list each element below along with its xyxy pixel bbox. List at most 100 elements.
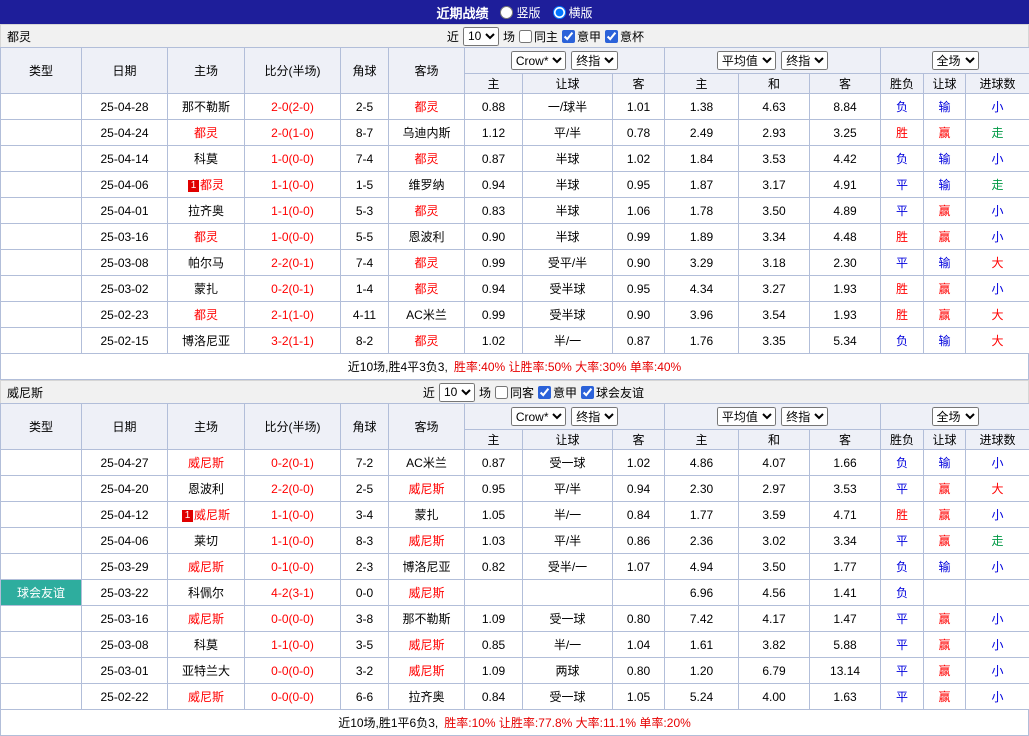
- outcome-cell: 负: [881, 328, 924, 354]
- top-bar: 近期战绩 竖版 横版: [0, 0, 1029, 24]
- avg-draw-odds: 6.79: [739, 658, 810, 684]
- match-date: 25-03-08: [82, 632, 168, 658]
- away-team-name: 都灵: [414, 204, 438, 218]
- avg-away-odds: 13.14: [810, 658, 881, 684]
- average-select[interactable]: 平均值: [717, 407, 776, 426]
- match-row: 意甲25-04-121威尼斯1-1(0-0)3-4蒙扎1.05半/一0.841.…: [1, 502, 1029, 528]
- crown-odds-group-header: Crow* 终指: [465, 48, 665, 74]
- crown-home-odds: 1.09: [465, 658, 523, 684]
- match-row: 意甲25-03-02蒙扎0-2(0-1)1-4都灵0.94受半球0.954.34…: [1, 276, 1029, 302]
- outcome-cell: 胜: [881, 224, 924, 250]
- crown-away-odds: 0.80: [613, 606, 665, 632]
- home-team-cell: 威尼斯: [168, 606, 245, 632]
- avg-draw-odds: 3.18: [739, 250, 810, 276]
- filter-checkbox-serie-a[interactable]: 意甲: [538, 384, 577, 401]
- avg-home-odds: 1.77: [665, 502, 739, 528]
- avg-draw-odds: 3.59: [739, 502, 810, 528]
- summary-stats: 胜率:40% 让胜率:50% 大率:30% 单率:40%: [454, 358, 681, 375]
- home-team-name: 科莫: [194, 638, 218, 652]
- crown-away-odds: 0.86: [613, 528, 665, 554]
- league-type-cell: 意甲: [1, 198, 82, 224]
- crown-home-odds: 0.85: [465, 632, 523, 658]
- match-row: 意甲25-04-06莱切1-1(0-0)8-3威尼斯1.03平/半0.862.3…: [1, 528, 1029, 554]
- filter-checkbox-club-friendly[interactable]: 球会友谊: [581, 384, 644, 401]
- goals-result-cell: 大: [966, 250, 1029, 276]
- sub-header-avg-away: 客: [810, 430, 881, 450]
- games-count-select[interactable]: 10: [463, 27, 499, 46]
- handicap-result-cell: 输: [924, 328, 966, 354]
- bookmaker-select[interactable]: Crow*: [511, 407, 566, 426]
- match-row: 意甲25-04-061都灵1-1(0-0)1-5维罗纳0.94半球0.951.8…: [1, 172, 1029, 198]
- rank-badge: 1: [188, 180, 199, 192]
- avg-home-odds: 1.38: [665, 94, 739, 120]
- layout-option-horizontal[interactable]: 横版: [553, 4, 593, 21]
- sub-header-handicap-result: 让球: [924, 74, 966, 94]
- avg-away-odds: 4.91: [810, 172, 881, 198]
- match-row: 意甲25-03-08帕尔马2-2(0-1)7-4都灵0.99受平/半0.903.…: [1, 250, 1029, 276]
- filter-unit-label: 场: [479, 384, 491, 401]
- away-team-cell: 恩波利: [389, 224, 465, 250]
- col-header-type: 类型: [1, 48, 82, 94]
- average-stage-select[interactable]: 终指: [781, 51, 828, 70]
- crown-home-odds: 1.03: [465, 528, 523, 554]
- avg-home-odds: 4.86: [665, 450, 739, 476]
- avg-home-odds: 2.49: [665, 120, 739, 146]
- average-select[interactable]: 平均值: [717, 51, 776, 70]
- col-header-away: 客场: [389, 404, 465, 450]
- league-type-cell: 球会友谊: [1, 580, 82, 606]
- home-team-name: 帕尔马: [188, 256, 224, 270]
- bookmaker-select[interactable]: Crow*: [511, 51, 566, 70]
- crown-handicap: 受半球: [523, 302, 613, 328]
- outcome-cell: 平: [881, 198, 924, 224]
- avg-home-odds: 1.89: [665, 224, 739, 250]
- col-header-corner: 角球: [341, 48, 389, 94]
- avg-away-odds: 1.66: [810, 450, 881, 476]
- club-friendly-checkbox[interactable]: [581, 386, 594, 399]
- filter-checkbox-same-home[interactable]: 同主: [519, 28, 558, 45]
- crown-stage-select[interactable]: 终指: [571, 407, 618, 426]
- score-cell: 1-1(0-0): [245, 198, 341, 224]
- team-name: 都灵: [7, 28, 31, 45]
- layout-option-vertical[interactable]: 竖版: [500, 4, 540, 21]
- corner-cell: 2-3: [341, 554, 389, 580]
- match-date: 25-02-23: [82, 302, 168, 328]
- crown-handicap: 平/半: [523, 476, 613, 502]
- same-away-checkbox[interactable]: [495, 386, 508, 399]
- match-row: 意甲25-03-08科莫1-1(0-0)3-5威尼斯0.85半/一1.041.6…: [1, 632, 1029, 658]
- handicap-result-cell: 输: [924, 554, 966, 580]
- away-team-cell: 威尼斯: [389, 528, 465, 554]
- crown-away-odds: 1.02: [613, 450, 665, 476]
- handicap-result-cell: 赢: [924, 302, 966, 328]
- serie-a-checkbox[interactable]: [562, 30, 575, 43]
- corner-cell: 2-5: [341, 94, 389, 120]
- sub-header-handicap-result: 让球: [924, 430, 966, 450]
- crown-home-odds: 0.99: [465, 250, 523, 276]
- matches-table: 类型 日期 主场 比分(半场) 角球 客场 Crow* 终指 平均值 终指 全场: [0, 403, 1029, 710]
- handicap-result-cell: 赢: [924, 632, 966, 658]
- vertical-layout-radio[interactable]: [500, 6, 513, 19]
- crown-handicap: 半/一: [523, 632, 613, 658]
- crown-handicap: 受半/一: [523, 554, 613, 580]
- sub-header-crown-handicap: 让球: [523, 74, 613, 94]
- same-home-checkbox[interactable]: [519, 30, 532, 43]
- match-scope-select[interactable]: 全场: [932, 407, 979, 426]
- score-cell: 2-1(1-0): [245, 302, 341, 328]
- league-type-cell: 意甲: [1, 276, 82, 302]
- horizontal-layout-radio[interactable]: [553, 6, 566, 19]
- filter-checkbox-italy-cup[interactable]: 意杯: [605, 28, 644, 45]
- filter-checkbox-serie-a[interactable]: 意甲: [562, 28, 601, 45]
- games-count-select[interactable]: 10: [439, 383, 475, 402]
- italy-cup-checkbox[interactable]: [605, 30, 618, 43]
- corner-cell: 0-0: [341, 580, 389, 606]
- average-stage-select[interactable]: 终指: [781, 407, 828, 426]
- filter-checkbox-same-away[interactable]: 同客: [495, 384, 534, 401]
- crown-stage-select[interactable]: 终指: [571, 51, 618, 70]
- section-bar: 都灵 近 10 场 同主 意甲 意杯: [0, 24, 1029, 47]
- goals-result-cell: [966, 580, 1029, 606]
- home-team-name: 博洛尼亚: [182, 334, 230, 348]
- serie-a-checkbox[interactable]: [538, 386, 551, 399]
- goals-result-cell: 大: [966, 302, 1029, 328]
- crown-home-odds: 1.09: [465, 606, 523, 632]
- match-scope-select[interactable]: 全场: [932, 51, 979, 70]
- col-header-corner: 角球: [341, 404, 389, 450]
